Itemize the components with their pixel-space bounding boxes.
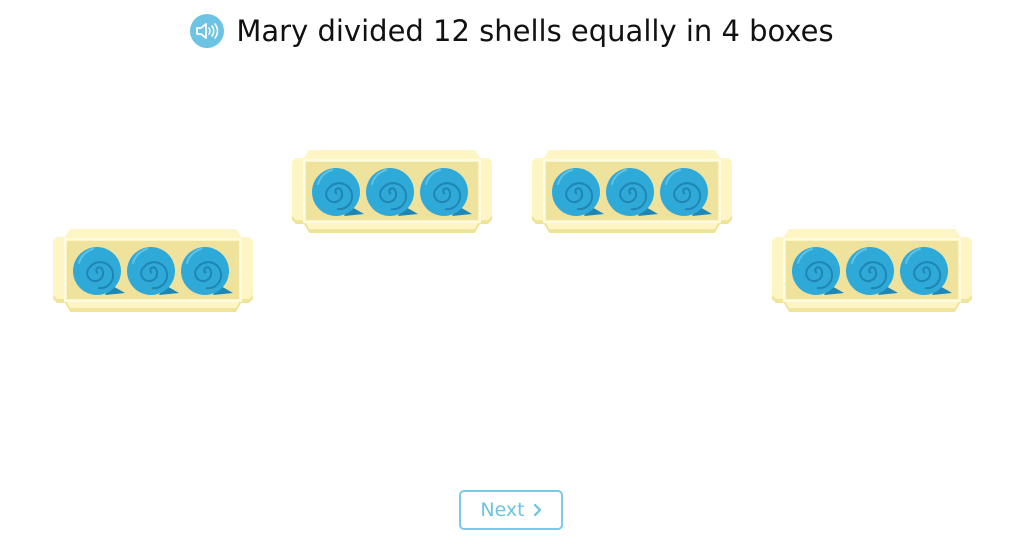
speaker-button[interactable] — [190, 14, 225, 48]
question-text: Mary divided 12 shells equally in 4 boxe… — [236, 14, 834, 48]
next-button[interactable]: Next — [459, 490, 563, 530]
question-header: Mary divided 12 shells equally in 4 boxe… — [0, 14, 1024, 48]
speaker-icon — [196, 23, 219, 39]
shell-box-2 — [292, 150, 492, 234]
chevron-right-icon — [533, 503, 541, 517]
shell-box-1 — [53, 229, 253, 313]
shell-box-4 — [772, 229, 972, 313]
shell-box-3 — [532, 150, 732, 234]
next-label: Next — [480, 499, 525, 521]
